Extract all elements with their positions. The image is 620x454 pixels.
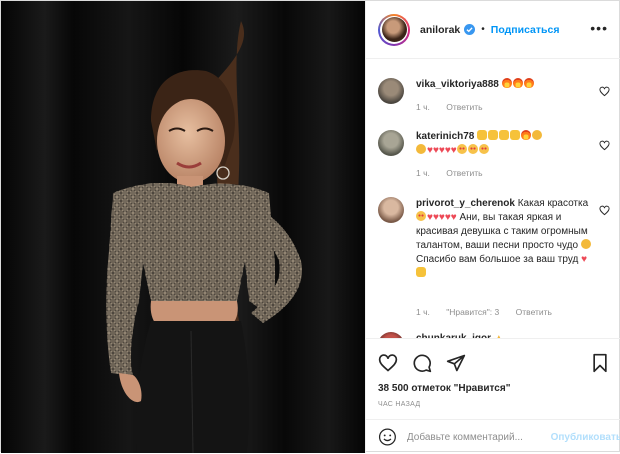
follow-button[interactable]: Подписаться <box>491 24 560 36</box>
comment-time[interactable]: 1 ч. <box>416 102 430 112</box>
comment-text: Какая красотка <box>517 198 589 209</box>
comment-item: privorot_y_cherenok Какая красотка ♥♥♥♥♥… <box>378 197 614 321</box>
save-bookmark-icon[interactable] <box>590 353 610 373</box>
avatar[interactable] <box>378 130 404 156</box>
likes-count[interactable]: 38 500 отметок "Нравится" <box>378 383 510 394</box>
heart-eyes-icon <box>478 144 489 154</box>
post-photo-image <box>1 1 365 453</box>
comment-likes[interactable]: "Нравится": 3 <box>446 307 499 317</box>
comment-meta: 1 ч. "Нравится": 3 Ответить <box>416 307 566 317</box>
heart-emoji-icon: ♥ <box>581 254 588 265</box>
like-comment-heart-icon[interactable] <box>599 205 610 216</box>
heart-eyes-icon <box>467 144 478 154</box>
comments-list: vika_viktoriya888 1 ч. Ответить katerini… <box>366 60 620 338</box>
publish-button[interactable]: Опубликовать <box>551 432 620 443</box>
comment-body: vika_viktoriya888 <box>416 78 596 92</box>
more-options-button[interactable]: ••• <box>590 21 608 35</box>
fire-icon <box>521 130 532 140</box>
emoji-smile-icon[interactable] <box>378 427 397 447</box>
heart-emoji-icon: ♥♥♥♥♥ <box>427 212 457 223</box>
like-comment-heart-icon[interactable] <box>599 86 610 97</box>
post-actions: 38 500 отметок "Нравится" ЧАС НАЗАД Опуб… <box>366 338 620 448</box>
heart-eyes-icon <box>416 211 426 221</box>
separator-dot: • <box>481 24 485 35</box>
clap-icon <box>532 130 543 140</box>
comment-bubble-icon[interactable] <box>412 353 432 373</box>
comment-input[interactable] <box>406 431 549 443</box>
comment-emojis <box>501 78 535 90</box>
fire-icon <box>523 78 534 88</box>
comment-username[interactable]: katerinich78 <box>416 131 474 142</box>
clap-icon <box>580 239 591 249</box>
clap-icon <box>416 144 426 154</box>
comment-item: vika_viktoriya888 1 ч. Ответить <box>378 78 614 118</box>
reply-button[interactable]: Ответить <box>516 307 552 317</box>
avatar[interactable] <box>378 13 410 46</box>
pray-icon <box>416 267 426 277</box>
like-comment-heart-icon[interactable] <box>599 140 610 151</box>
post-timestamp[interactable]: ЧАС НАЗАД <box>378 401 420 408</box>
post-header: anilorak • Подписаться ••• <box>366 1 620 59</box>
comment-meta: 1 ч. Ответить <box>416 168 497 178</box>
fire-icon <box>512 78 523 88</box>
post-photo[interactable] <box>1 1 365 453</box>
reply-button[interactable]: Ответить <box>446 102 482 112</box>
comment-body: katerinich78 ♥♥♥♥♥ <box>416 130 596 158</box>
comment-time[interactable]: 1 ч. <box>416 168 430 178</box>
post-sidebar: anilorak • Подписаться ••• vika_viktoriy… <box>365 1 620 453</box>
add-comment-bar: Опубликовать <box>366 419 620 454</box>
pray-icon <box>510 130 521 140</box>
comment-username[interactable]: privorot_y_cherenok <box>416 198 515 209</box>
comment-text: Спасибо вам большое за ваш труд <box>416 254 579 265</box>
instagram-post-window: anilorak • Подписаться ••• vika_viktoriy… <box>0 0 620 453</box>
pray-icon <box>477 130 488 140</box>
comment-time[interactable]: 1 ч. <box>416 307 430 317</box>
comment-meta: 1 ч. Ответить <box>416 102 497 112</box>
pray-icon <box>488 130 499 140</box>
heart-emoji-icon: ♥♥♥♥♥ <box>427 145 457 156</box>
comment-username[interactable]: vika_viktoriya888 <box>416 79 499 90</box>
share-paper-plane-icon[interactable] <box>446 353 466 373</box>
like-heart-icon[interactable] <box>378 353 398 373</box>
fire-icon <box>501 78 512 88</box>
reply-button[interactable]: Ответить <box>446 168 482 178</box>
pray-icon <box>499 130 510 140</box>
heart-eyes-icon <box>456 144 467 154</box>
avatar[interactable] <box>378 78 404 104</box>
post-username[interactable]: anilorak <box>420 24 460 36</box>
comment-body: privorot_y_cherenok Какая красотка ♥♥♥♥♥… <box>416 197 596 281</box>
avatar[interactable] <box>378 197 404 223</box>
comment-item: katerinich78 ♥♥♥♥♥ 1 ч. Ответить <box>378 130 614 182</box>
verified-badge-icon <box>464 24 476 35</box>
